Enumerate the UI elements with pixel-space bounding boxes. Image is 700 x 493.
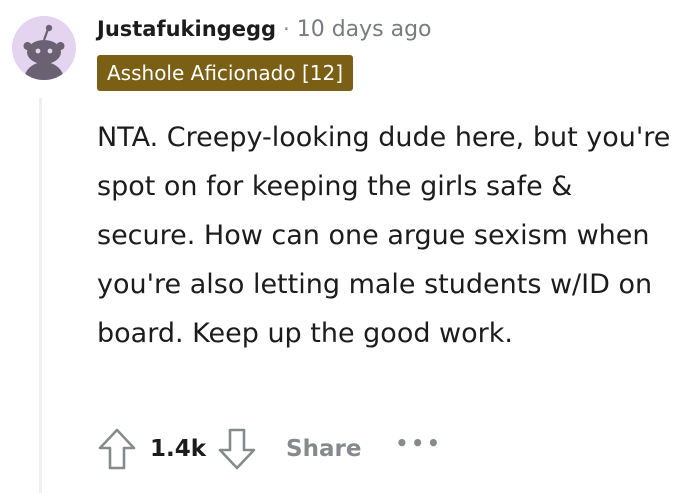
- user-flair: Asshole Aficionado [12]: [97, 55, 353, 91]
- arrow-up-icon: [98, 428, 136, 470]
- username[interactable]: Justafukingegg: [97, 17, 276, 41]
- separator-dot: ·: [283, 17, 290, 41]
- comment-header: Justafukingegg · 10 days ago: [97, 12, 432, 46]
- comment-actions: 1.4k Share •••: [96, 424, 443, 474]
- thread-line[interactable]: [39, 98, 42, 493]
- timestamp[interactable]: 10 days ago: [297, 17, 432, 42]
- downvote-button[interactable]: [216, 425, 258, 473]
- upvote-button[interactable]: [96, 425, 138, 473]
- more-options-button[interactable]: •••: [395, 431, 442, 455]
- reddit-snoo-avatar-icon: [12, 16, 76, 80]
- vote-score: 1.4k: [150, 436, 207, 462]
- arrow-down-icon: [218, 428, 256, 470]
- share-button[interactable]: Share: [286, 436, 361, 462]
- avatar[interactable]: [12, 16, 76, 80]
- comment-body: NTA. Creepy-looking dude here, but you'r…: [97, 122, 671, 349]
